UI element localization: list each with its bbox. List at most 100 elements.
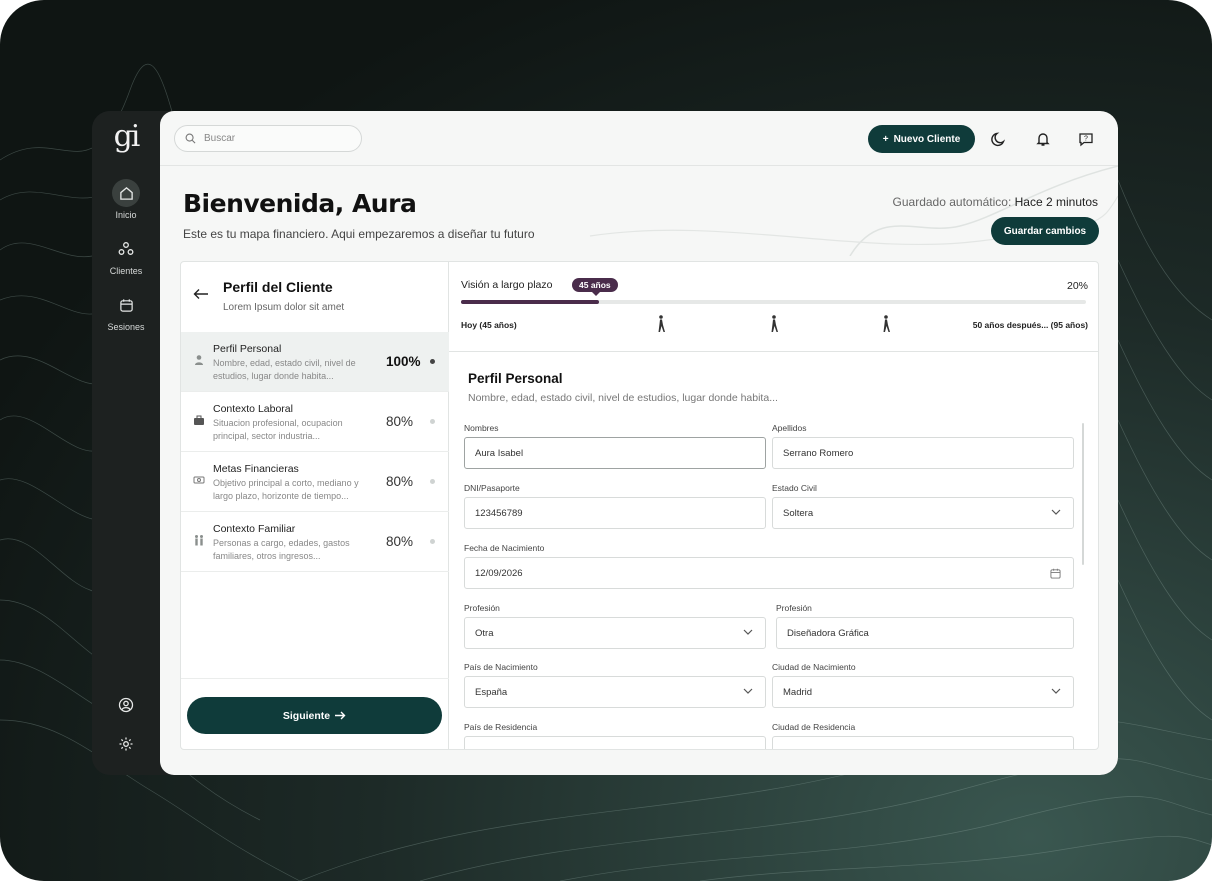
- dni-label: DNI/Pasaporte: [464, 483, 520, 493]
- back-arrow-icon[interactable]: [193, 288, 209, 300]
- nav-inicio[interactable]: Inicio: [92, 179, 160, 220]
- pais-nac-value: España: [475, 686, 508, 698]
- section-title: Metas Financieras: [213, 463, 299, 475]
- nav-sesiones[interactable]: Sesiones: [92, 291, 160, 332]
- section-percent: 80%: [386, 414, 414, 429]
- apellidos-input[interactable]: Serrano Romero: [772, 437, 1074, 469]
- fecha-input[interactable]: 12/09/2026: [464, 557, 1074, 589]
- save-changes-button[interactable]: Guardar cambios: [991, 217, 1099, 245]
- chevron-down-icon: [743, 629, 753, 635]
- nav-clientes[interactable]: Clientes: [92, 235, 160, 276]
- search-input[interactable]: Buscar: [174, 125, 362, 152]
- status-dot: [430, 479, 435, 484]
- personal-profile-form: Perfil Personal Nombre, edad, estado civ…: [449, 353, 1098, 749]
- walking-person-icon: [658, 315, 665, 332]
- calendar-icon[interactable]: [1050, 568, 1061, 579]
- plus-icon: +: [882, 133, 889, 145]
- ciudad-nac-value: Madrid: [783, 686, 813, 698]
- search-icon: [185, 133, 196, 144]
- client-profile-panel: Perfil del Cliente Lorem Ipsum dolor sit…: [180, 261, 1099, 750]
- pais-nac-label: País de Nacimiento: [464, 662, 538, 672]
- money-icon: [193, 476, 205, 484]
- new-client-label: Nuevo Cliente: [893, 133, 961, 145]
- next-button[interactable]: Siguiente: [187, 697, 442, 734]
- dark-mode-button[interactable]: [989, 129, 1009, 149]
- estado-civil-value: Soltera: [783, 507, 814, 519]
- section-desc: Objetivo principal a corto, mediano y la…: [213, 478, 359, 501]
- settings-button[interactable]: [92, 730, 160, 761]
- vision-label: Visión a largo plazo: [461, 279, 553, 291]
- timeline-end: 50 años después... (95 años): [972, 320, 1088, 330]
- svg-text:?: ?: [1084, 136, 1088, 143]
- section-perfil-personal[interactable]: Perfil Personal Nombre, edad, estado civ…: [181, 332, 449, 392]
- bell-icon: [1036, 133, 1050, 146]
- user-circle-icon: [112, 691, 140, 719]
- status-dot: [430, 419, 435, 424]
- next-label: Siguiente: [282, 709, 331, 722]
- vision-progress-track: [461, 300, 1086, 304]
- section-title: Contexto Familiar: [213, 523, 296, 535]
- ciudad-res-select[interactable]: [772, 736, 1074, 749]
- age-badge: 45 años: [572, 278, 618, 296]
- chevron-down-icon: [743, 688, 753, 694]
- section-desc: Situacion profesional, ocupacion princip…: [213, 418, 343, 441]
- page-subtitle: Este es tu mapa financiero. Aqui empezar…: [183, 227, 535, 241]
- profile-sections-sidebar: Perfil del Cliente Lorem Ipsum dolor sit…: [181, 262, 449, 749]
- vision-progress-fill: [461, 300, 599, 304]
- nav-clientes-label: Clientes: [109, 266, 143, 276]
- gear-icon: [112, 730, 140, 758]
- ciudad-nac-label: Ciudad de Nacimiento: [772, 662, 856, 672]
- profile-button[interactable]: [92, 691, 160, 722]
- profesion-label: Profesión: [776, 603, 812, 613]
- ciudad-nac-select[interactable]: Madrid: [772, 676, 1074, 708]
- long-term-vision: Visión a largo plazo 45 años 20% Hoy (45…: [449, 262, 1098, 352]
- profesion-tipo-select[interactable]: Otra: [464, 617, 766, 649]
- family-icon: [195, 535, 203, 546]
- profesion-input[interactable]: Diseñadora Gráfica: [776, 617, 1074, 649]
- fecha-label: Fecha de Nacimiento: [464, 543, 545, 553]
- section-percent: 100%: [386, 354, 421, 369]
- nav-rail: gi Inicio Clientes Sesiones: [92, 111, 160, 775]
- apellidos-label: Apellidos: [772, 423, 807, 433]
- autosave-value: Hace 2 minutos: [1014, 195, 1098, 209]
- section-contexto-laboral[interactable]: Contexto Laboral Situacion profesional, …: [181, 392, 449, 452]
- help-chat-icon: ?: [1079, 133, 1093, 147]
- moon-icon: [991, 132, 1006, 147]
- nombres-input[interactable]: Aura Isabel: [464, 437, 766, 469]
- panel-subtitle: Lorem Ipsum dolor sit amet: [223, 302, 345, 313]
- arrow-right-icon: [335, 711, 346, 720]
- section-desc: Personas a cargo, edades, gastos familia…: [213, 538, 350, 561]
- main-content: Buscar + Nuevo Cliente ? Bienvenida, Aur…: [160, 111, 1118, 775]
- vision-percent: 20%: [1066, 280, 1088, 292]
- notifications-button[interactable]: [1033, 129, 1053, 149]
- chevron-down-icon: [1051, 509, 1061, 515]
- profesion-tipo-value: Otra: [475, 627, 494, 639]
- pais-res-select[interactable]: [464, 736, 766, 749]
- calendar-icon: [112, 291, 140, 319]
- form-subtitle: Nombre, edad, estado civil, nivel de est…: [468, 392, 778, 404]
- help-button[interactable]: ?: [1076, 129, 1096, 149]
- chevron-down-icon: [1051, 688, 1061, 694]
- estado-civil-select[interactable]: Soltera: [772, 497, 1074, 529]
- page-title: Bienvenida, Aura: [183, 189, 417, 218]
- new-client-button[interactable]: + Nuevo Cliente: [868, 125, 975, 153]
- timeline-start: Hoy (45 años): [461, 320, 517, 330]
- briefcase-icon: [194, 415, 204, 425]
- section-title: Perfil Personal: [213, 343, 282, 355]
- section-contexto-familiar[interactable]: Contexto Familiar Personas a cargo, edad…: [181, 512, 449, 572]
- form-scrollbar[interactable]: [1082, 423, 1084, 565]
- section-percent: 80%: [386, 474, 414, 489]
- section-title: Contexto Laboral: [213, 403, 293, 415]
- person-icon: [195, 355, 203, 365]
- form-title: Perfil Personal: [468, 371, 563, 386]
- fecha-value: 12/09/2026: [475, 567, 523, 579]
- section-metas-financieras[interactable]: Metas Financieras Objetivo principal a c…: [181, 452, 449, 512]
- dni-input[interactable]: 123456789: [464, 497, 766, 529]
- section-desc: Nombre, edad, estado civil, nivel de est…: [213, 358, 356, 381]
- app-window: gi Inicio Clientes Sesiones Buscar + Nue…: [92, 111, 1118, 775]
- walking-person-icon: [771, 315, 778, 332]
- search-placeholder: Buscar: [204, 133, 236, 144]
- ciudad-res-label: Ciudad de Residencia: [772, 722, 856, 732]
- pais-nac-select[interactable]: España: [464, 676, 766, 708]
- topbar: Buscar + Nuevo Cliente ?: [160, 111, 1118, 166]
